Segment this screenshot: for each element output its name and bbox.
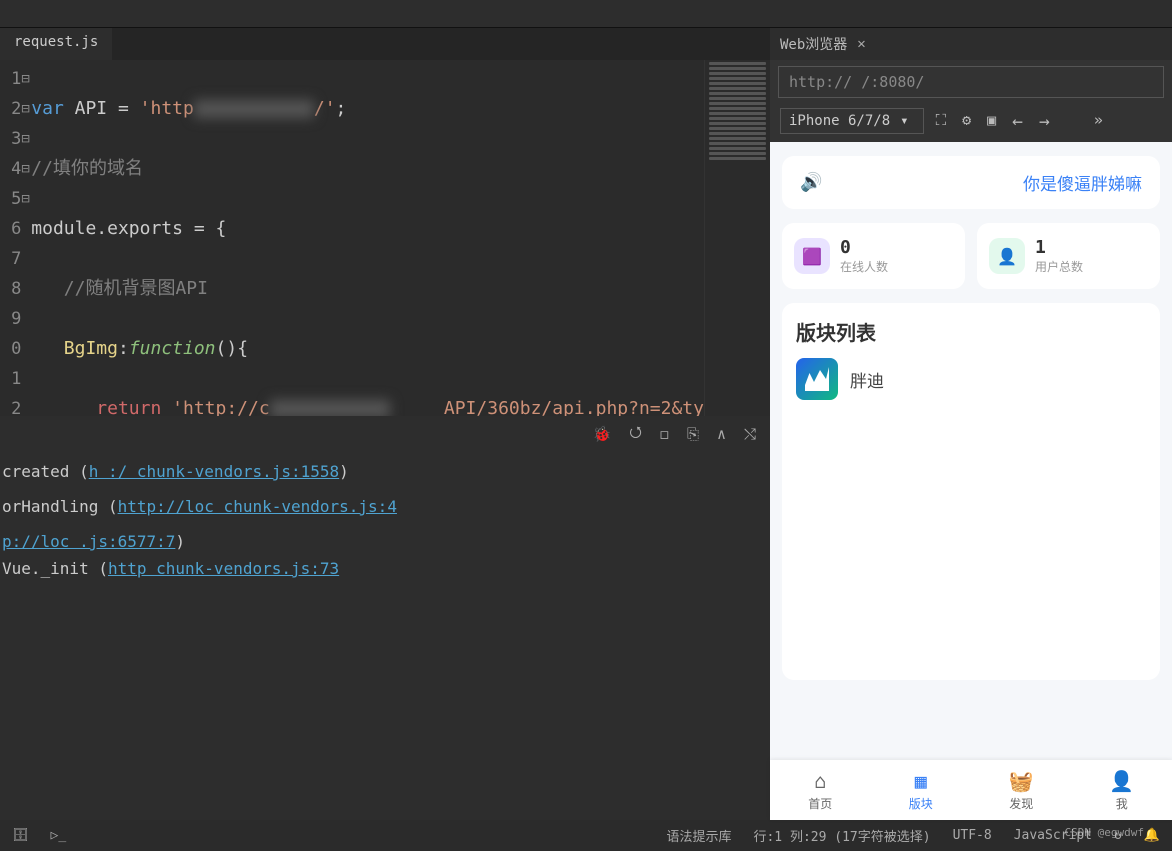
home-icon: ⌂ — [814, 769, 826, 793]
announcement-card[interactable]: 🔊 你是傻逼胖娣嘛 — [782, 156, 1160, 209]
console-toolbar: 🐞 ⭯ ◻ ⎘ ∧ ⤭ — [0, 416, 770, 452]
sync-icon[interactable]: ↻ — [1114, 828, 1122, 843]
redacted — [270, 400, 390, 416]
console-panel[interactable]: created (h :/ chunk-vendors.js:1558) orH… — [0, 452, 770, 820]
code-content[interactable]: var API = 'http/'; //填你的域名 module.export… — [31, 60, 704, 416]
editor-tab-bar: request.js — [0, 28, 770, 60]
app-icon: 🟪 — [794, 238, 830, 274]
editor-pane: request.js 12345678901234567 ⊟⊟⊟⊟⊟ var A… — [0, 28, 770, 820]
grid-icon: ▦ — [915, 769, 927, 793]
announcement-text: 你是傻逼胖娣嘛 — [822, 170, 1142, 195]
main-split: request.js 12345678901234567 ⊟⊟⊟⊟⊟ var A… — [0, 28, 1172, 820]
code-editor[interactable]: 12345678901234567 ⊟⊟⊟⊟⊟ var API = 'http/… — [0, 60, 770, 416]
cursor-position[interactable]: 行:1 列:29 (17字符被选择) — [753, 826, 930, 845]
web-browser-pane: Web浏览器 ✕ http:// /:8080/ iPhone 6/7/8 ▾ … — [770, 28, 1172, 820]
line-gutter: 12345678901234567 — [0, 60, 21, 416]
url-input[interactable]: http:// /:8080/ — [778, 66, 1164, 98]
panel-title: 版块列表 — [796, 317, 1146, 346]
user-icon: 👤 — [989, 238, 1025, 274]
fold-gutter[interactable]: ⊟⊟⊟⊟⊟ — [21, 60, 31, 416]
status-bar: 🗄 ▷_ 语法提示库 行:1 列:29 (17字符被选择) UTF-8 Java… — [0, 820, 1172, 851]
chevron-down-icon: ▾ — [900, 113, 908, 129]
reload-icon[interactable]: ⭯ — [629, 422, 642, 447]
shuffle-icon[interactable]: ⤭ — [744, 425, 756, 443]
speaker-icon: 🔊 — [800, 172, 822, 193]
map-icon[interactable]: 🗄 — [12, 828, 29, 843]
stop-icon[interactable]: ◻ — [660, 425, 669, 443]
syntax-lib[interactable]: 语法提示库 — [666, 826, 731, 845]
editor-tab[interactable]: request.js — [0, 28, 112, 60]
close-icon[interactable]: ✕ — [857, 36, 865, 52]
terminal-icon[interactable]: ▷_ — [51, 828, 67, 843]
export-icon[interactable]: ⎘ — [687, 425, 699, 443]
tab-forum[interactable]: ▦ 版块 — [871, 760, 972, 820]
encoding[interactable]: UTF-8 — [953, 828, 992, 843]
back-icon[interactable]: ← — [1012, 111, 1023, 132]
panel-list: 版块列表 胖迪 — [782, 303, 1160, 680]
box-icon: 🧺 — [1009, 769, 1034, 793]
bug-icon[interactable]: 🐞 — [593, 425, 612, 443]
tab-me[interactable]: 👤 我 — [1072, 760, 1172, 820]
gear-icon[interactable]: ⚙ — [962, 111, 971, 132]
tab-discover[interactable]: 🧺 发现 — [971, 760, 1072, 820]
stats-row: 🟪 0 在线人数 👤 1 用户总数 — [782, 223, 1160, 289]
screenshot-icon[interactable]: ▣ — [987, 111, 996, 132]
device-select[interactable]: iPhone 6/7/8 ▾ — [780, 108, 924, 134]
stat-users[interactable]: 👤 1 用户总数 — [977, 223, 1160, 289]
person-icon: 👤 — [1109, 769, 1134, 793]
tab-home[interactable]: ⌂ 首页 — [770, 760, 871, 820]
device-viewport[interactable]: 🔊 你是傻逼胖娣嘛 🟪 0 在线人数 👤 1 用户总数 — [770, 142, 1172, 820]
responsive-icon[interactable]: ⛶ — [936, 111, 947, 132]
caret-up-icon[interactable]: ∧ — [717, 425, 726, 443]
language-mode[interactable]: JavaScript — [1014, 828, 1092, 843]
browser-tab[interactable]: Web浏览器 — [780, 34, 847, 54]
browser-controls: iPhone 6/7/8 ▾ ⛶ ⚙ ▣ ← → » — [770, 104, 1172, 142]
browser-tab-bar: Web浏览器 ✕ — [770, 28, 1172, 60]
list-item[interactable]: 胖迪 — [796, 358, 1146, 400]
minimap[interactable] — [704, 60, 770, 416]
bars-icon — [796, 358, 838, 400]
stat-online[interactable]: 🟪 0 在线人数 — [782, 223, 965, 289]
redacted — [194, 100, 314, 118]
forward-icon[interactable]: → — [1039, 111, 1050, 132]
bell-icon[interactable]: 🔔 — [1144, 828, 1160, 843]
top-menu-bar[interactable] — [0, 0, 1172, 28]
bottom-tabbar: ⌂ 首页 ▦ 版块 🧺 发现 👤 我 — [770, 760, 1172, 820]
more-icon[interactable]: » — [1094, 111, 1103, 132]
